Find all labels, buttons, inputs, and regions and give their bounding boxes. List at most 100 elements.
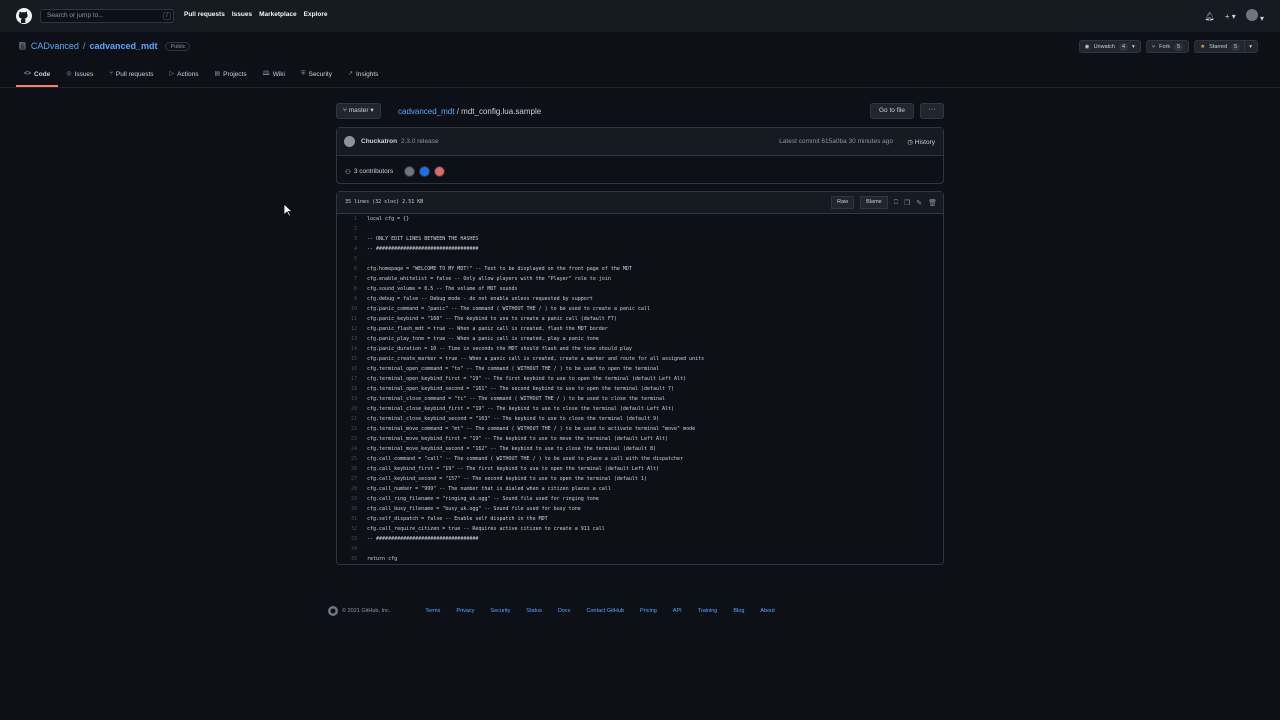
line-number[interactable]: 11 [337,314,357,324]
line-number[interactable]: 7 [337,274,357,284]
plus-dropdown-icon[interactable]: + ▾ [1225,12,1236,21]
line-number[interactable]: 3 [337,234,357,244]
line-number[interactable]: 8 [337,284,357,294]
trash-icon[interactable]: 🗑︎ [928,199,937,207]
code-line: 18 cfg.terminal_open_keybind_second = "16… [337,384,943,394]
line-number[interactable]: 31 [337,514,357,524]
line-number[interactable]: 2 [337,224,357,234]
line-number[interactable]: 34 [337,544,357,554]
footer-link-contact-github[interactable]: Contact GitHub [586,608,624,614]
more-options-button[interactable]: ··· [920,103,944,119]
fork-button[interactable]: ⑂ Fork 5 [1145,40,1190,53]
desktop-icon[interactable]: ⎕ [894,199,898,207]
raw-button[interactable]: Raw [831,196,855,209]
github-logo-icon[interactable] [16,8,32,24]
repo-owner-link[interactable]: CADvanced [31,41,79,51]
line-number[interactable]: 18 [337,384,357,394]
line-number[interactable]: 12 [337,324,357,334]
line-number[interactable]: 30 [337,504,357,514]
footer-link-privacy[interactable]: Privacy [456,608,474,614]
line-number[interactable]: 35 [337,554,357,564]
line-number[interactable]: 26 [337,464,357,474]
nav-explore[interactable]: Explore [304,11,328,18]
line-number[interactable]: 20 [337,404,357,414]
site-footer: © 2021 GitHub, Inc. Terms Privacy Security… [326,604,954,618]
unwatch-button[interactable]: ◉ Unwatch 4 ▾ [1078,40,1141,53]
star-button[interactable]: ★ Starred 5 ▾ [1194,40,1258,53]
copy-icon[interactable]: ❐ [904,199,910,207]
github-logo-icon[interactable] [328,606,338,616]
contributors-link[interactable]: 3 contributors [354,168,393,175]
line-number[interactable]: 17 [337,374,357,384]
star-dropdown-icon[interactable]: ▾ [1244,40,1252,53]
tab-insights[interactable]: ↗ Insights [340,68,386,87]
line-content: cfg.terminal_open_keybind_second = "161"… [367,386,675,392]
line-content: cfg.call_busy_filename = "busy_uk.ogg" -… [367,506,581,512]
tab-wiki[interactable]: 🕮︎ Wiki [255,68,293,87]
line-number[interactable]: 24 [337,444,357,454]
search-input[interactable]: Search or jump to... / [40,9,174,23]
footer-link-docs[interactable]: Docs [558,608,571,614]
pencil-icon[interactable]: ✎ [916,199,922,207]
tab-projects[interactable]: ▤ Projects [206,68,254,87]
line-number[interactable]: 4 [337,244,357,254]
line-number[interactable]: 22 [337,424,357,434]
footer-link-pricing[interactable]: Pricing [640,608,657,614]
repo-header: 📓︎ CADvanced / cadvanced_mdt Public ◉ Un… [0,32,1280,88]
branch-select-button[interactable]: ⑂ master ▾ [336,103,381,119]
commit-author-link[interactable]: Chuckatron [361,138,397,145]
line-number[interactable]: 28 [337,484,357,494]
line-number[interactable]: 19 [337,394,357,404]
footer-link-status[interactable]: Status [526,608,542,614]
footer-link-security[interactable]: Security [490,608,510,614]
line-content: cfg.terminal_close_command = "tc" -- The… [367,396,666,402]
nav-pull-requests[interactable]: Pull requests [184,11,225,18]
line-number[interactable]: 9 [337,294,357,304]
nav-marketplace[interactable]: Marketplace [259,11,297,18]
line-number[interactable]: 27 [337,474,357,484]
line-content: cfg.terminal_move_command = "mt" -- The … [367,426,696,432]
tab-actions[interactable]: ▷ Actions [162,68,207,87]
breadcrumb-repo-link[interactable]: cadvanced_mdt [398,107,454,116]
user-menu[interactable]: ▾ [1245,9,1264,23]
footer-link-about[interactable]: About [760,608,774,614]
line-number[interactable]: 10 [337,304,357,314]
slash-shortcut-icon: / [163,12,171,20]
line-number[interactable]: 13 [337,334,357,344]
commit-message-link[interactable]: 2.3.0 release [401,138,439,145]
avatar[interactable] [434,166,446,177]
line-number[interactable]: 14 [337,344,357,354]
tab-pull-requests[interactable]: ⑂ Pull requests [101,68,161,87]
avatar[interactable] [419,166,431,177]
go-to-file-button[interactable]: Go to file [869,103,914,119]
bell-icon[interactable]: 🔔︎ [1205,12,1215,21]
line-number[interactable]: 6 [337,264,357,274]
tab-label: Code [34,71,51,78]
tab-security[interactable]: ⛨ Security [293,68,340,87]
line-number[interactable]: 16 [337,364,357,374]
footer-link-terms[interactable]: Terms [425,608,440,614]
history-link[interactable]: ◷ History [907,138,935,146]
line-number[interactable]: 32 [337,524,357,534]
tab-issues[interactable]: ◎ Issues [58,68,101,87]
blame-button[interactable]: Blame [860,196,888,209]
line-number[interactable]: 5 [337,254,357,264]
line-number[interactable]: 25 [337,454,357,464]
footer-link-training[interactable]: Training [698,608,718,614]
line-number[interactable]: 1 [337,214,357,224]
line-number[interactable]: 15 [337,354,357,364]
footer-link-api[interactable]: API [673,608,682,614]
tab-label: Issues [74,71,94,78]
line-number[interactable]: 23 [337,434,357,444]
avatar[interactable] [344,136,355,147]
visibility-badge: Public [165,41,191,51]
line-number[interactable]: 29 [337,494,357,504]
tab-code[interactable]: <> Code [16,68,59,87]
avatar[interactable] [404,166,416,177]
line-number[interactable]: 33 [337,534,357,544]
line-number[interactable]: 21 [337,414,357,424]
star-count: 5 [1231,42,1241,51]
nav-issues[interactable]: Issues [232,11,252,18]
repo-name-link[interactable]: cadvanced_mdt [89,41,157,51]
footer-link-blog[interactable]: Blog [733,608,744,614]
